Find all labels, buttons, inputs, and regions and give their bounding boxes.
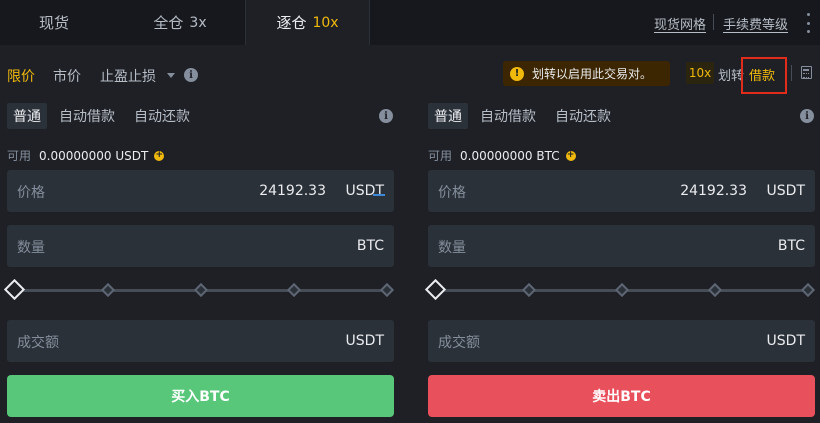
amount-unit: BTC <box>777 238 805 254</box>
buy-panel: 普通 自动借款 自动还款 i 可用 0.00000000 USDT + 价格 2… <box>3 100 401 423</box>
price-unit: USDT <box>766 183 805 199</box>
tab-cross-margin[interactable]: 全仓 3x <box>120 0 240 45</box>
slider-step-25[interactable] <box>100 282 116 298</box>
mode-info-icon[interactable]: i <box>379 109 393 123</box>
total-label: 成交额 <box>438 335 480 351</box>
total-label: 成交额 <box>17 335 59 351</box>
sell-panel: 普通 自动借款 自动还款 i 可用 0.00000000 BTC + 价格 24… <box>424 100 820 423</box>
slider-step-25[interactable] <box>521 282 537 298</box>
sell-btc-button[interactable]: 卖出BTC <box>428 375 815 417</box>
leverage-badge[interactable]: 10x <box>686 62 714 84</box>
total-field[interactable]: 成交额 USDT <box>7 320 394 362</box>
mode-info-icon[interactable]: i <box>800 109 814 123</box>
available-value: 0.00000000 BTC <box>460 148 560 163</box>
available-label: 可用 <box>7 149 32 163</box>
spot-grid-link[interactable]: 现货网格 <box>654 14 706 33</box>
price-field[interactable]: 价格 24192.33 USDT <box>7 170 394 212</box>
fee-tier-link[interactable]: 手续费等级 <box>723 14 788 33</box>
tab-isolated-label: 逐仓 <box>276 14 307 32</box>
tab-cross-leverage: 3x <box>189 14 207 31</box>
chevron-down-icon[interactable] <box>167 73 175 78</box>
price-unit: USDT <box>345 183 384 199</box>
slider-step-50[interactable] <box>193 282 209 298</box>
total-field[interactable]: 成交额 USDT <box>428 320 815 362</box>
tab-isolated-margin[interactable]: 逐仓 10x <box>245 0 370 45</box>
amount-label: 数量 <box>17 240 45 256</box>
available-balance: 可用 0.00000000 BTC + <box>428 147 576 164</box>
top-divider <box>713 14 714 30</box>
top-bar: 现货 全仓 3x 逐仓 10x 现货网格 手续费等级 <box>0 0 820 45</box>
amount-label: 数量 <box>438 240 466 256</box>
available-value: 0.00000000 USDT <box>39 148 149 163</box>
slider-step-75[interactable] <box>286 282 302 298</box>
slider-step-100[interactable] <box>379 282 395 298</box>
more-options-icon[interactable] <box>806 13 810 33</box>
warning-text: 划转以启用此交易对。 <box>532 67 653 81</box>
price-input[interactable]: 24192.33 <box>259 183 326 199</box>
slider-handle[interactable] <box>3 278 26 301</box>
price-label: 价格 <box>438 185 466 201</box>
buy-btc-button[interactable]: 买入BTC <box>7 375 394 417</box>
slider-step-100[interactable] <box>800 282 816 298</box>
amount-unit: BTC <box>356 238 384 254</box>
order-type-market[interactable]: 市价 <box>53 66 81 86</box>
mode-auto-borrow[interactable]: 自动借款 <box>59 103 115 129</box>
text-cursor <box>373 194 385 196</box>
price-field[interactable]: 价格 24192.33 USDT <box>428 170 815 212</box>
order-type-stop-limit[interactable]: 止盈止损 <box>100 66 156 86</box>
slider-step-75[interactable] <box>707 282 723 298</box>
tab-isolated-leverage: 10x <box>312 14 339 31</box>
amount-slider[interactable] <box>424 278 816 301</box>
mode-auto-repay[interactable]: 自动还款 <box>555 103 611 129</box>
calculator-icon[interactable] <box>801 66 812 79</box>
total-unit: USDT <box>766 333 805 349</box>
borrow-button[interactable]: 借款 <box>749 65 775 84</box>
info-icon[interactable]: i <box>184 68 198 82</box>
tab-cross-label: 全仓 <box>153 14 184 32</box>
price-label: 价格 <box>17 185 45 201</box>
slider-handle[interactable] <box>424 278 447 301</box>
tab-spot-label: 现货 <box>38 14 69 32</box>
price-input[interactable]: 24192.33 <box>680 183 747 199</box>
mode-auto-repay[interactable]: 自动还款 <box>134 103 190 129</box>
amount-field[interactable]: 数量 BTC <box>428 225 815 267</box>
tab-spot[interactable]: 现货 <box>0 0 108 45</box>
mode-normal[interactable]: 普通 <box>428 103 468 129</box>
amount-field[interactable]: 数量 BTC <box>7 225 394 267</box>
total-unit: USDT <box>345 333 384 349</box>
slider-step-50[interactable] <box>614 282 630 298</box>
amount-slider[interactable] <box>3 278 395 301</box>
mode-auto-borrow[interactable]: 自动借款 <box>480 103 536 129</box>
add-funds-icon[interactable]: + <box>154 150 165 161</box>
available-label: 可用 <box>428 149 453 163</box>
add-funds-icon[interactable]: + <box>565 150 576 161</box>
order-type-limit[interactable]: 限价 <box>7 66 35 86</box>
toolbar-divider <box>791 65 792 81</box>
transfer-warning: ! 划转以启用此交易对。 <box>503 61 670 86</box>
mode-normal[interactable]: 普通 <box>7 103 47 129</box>
warning-icon: ! <box>510 66 524 81</box>
available-balance: 可用 0.00000000 USDT + <box>7 147 165 164</box>
